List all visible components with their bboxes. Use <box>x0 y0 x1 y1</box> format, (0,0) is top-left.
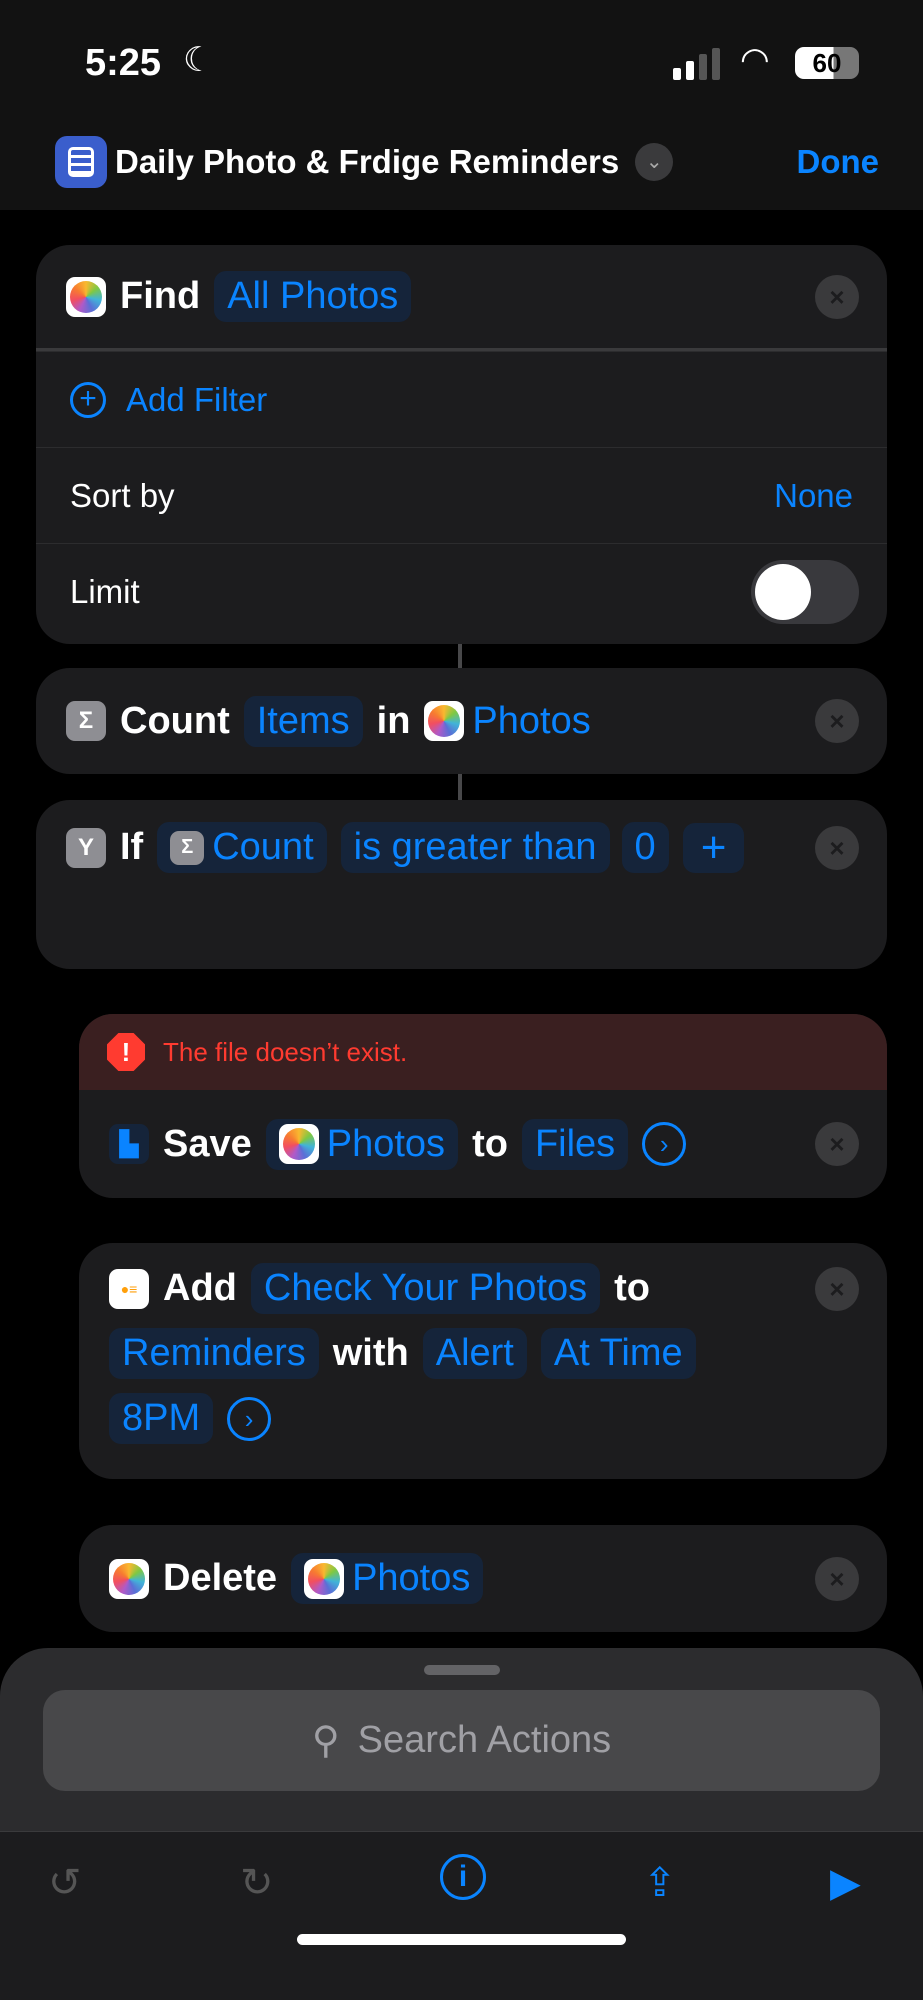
sort-by-label: Sort by <box>70 476 175 514</box>
remove-action-icon[interactable]: × <box>815 699 859 743</box>
expand-chevron-icon[interactable]: › <box>227 1396 272 1441</box>
if-action[interactable]: Y If Σ Count is greater than 0 + × <box>36 800 887 969</box>
count-source-token[interactable]: Photos <box>424 696 603 747</box>
undo-icon[interactable]: ↺ <box>48 1860 82 1906</box>
alert-type-token[interactable]: At Time <box>540 1328 696 1379</box>
action-verb: If <box>120 826 144 868</box>
error-octagon-icon: ! <box>107 1033 145 1071</box>
remove-action-icon[interactable]: × <box>815 274 859 319</box>
delete-photos-action[interactable]: Delete Photos × <box>79 1525 887 1632</box>
save-destination-token[interactable]: Files <box>521 1118 629 1170</box>
sheet-grabber[interactable] <box>424 1665 500 1675</box>
action-verb: Add <box>163 1267 237 1309</box>
action-verb: Save <box>163 1122 252 1165</box>
if-variable-token[interactable]: Σ Count <box>157 822 327 873</box>
count-what-token[interactable]: Items <box>243 695 363 747</box>
sigma-icon: Σ <box>66 701 106 741</box>
remove-action-icon[interactable]: × <box>815 1122 859 1166</box>
done-button[interactable]: Done <box>797 143 880 181</box>
remove-action-icon[interactable]: × <box>815 826 859 870</box>
photos-app-icon <box>424 701 465 741</box>
if-condition-token[interactable]: is greater than <box>340 822 610 873</box>
photos-app-icon <box>304 1558 345 1599</box>
in-label: in <box>376 699 411 742</box>
token-label: Photos <box>472 699 591 742</box>
token-label: Photos <box>326 1122 446 1165</box>
to-label: to <box>614 1267 650 1309</box>
plus-circle-icon: + <box>70 381 106 418</box>
branch-icon: Y <box>66 827 106 868</box>
reminder-title-token[interactable]: Check Your Photos <box>250 1263 601 1314</box>
add-condition-button[interactable]: + <box>682 822 745 873</box>
actions-sheet: ⚲ Search Actions <box>0 1648 923 2000</box>
delete-what-token[interactable]: Photos <box>291 1553 484 1604</box>
chevron-down-icon[interactable]: ⌄ <box>635 143 674 181</box>
share-icon[interactable]: ⇪ <box>643 1860 677 1906</box>
token-label: Photos <box>352 1557 471 1599</box>
photos-app-icon <box>109 1558 149 1599</box>
action-verb: Find <box>120 275 201 317</box>
remove-action-icon[interactable]: × <box>815 1556 859 1601</box>
battery-icon: 60 <box>795 47 859 79</box>
count-action[interactable]: Σ Count Items in Photos × <box>36 668 887 774</box>
nav-bar: Daily Photo & Frdige Reminders ⌄ Done <box>0 134 923 190</box>
alert-time-token[interactable]: 8PM <box>109 1393 214 1444</box>
photos-app-icon <box>278 1124 319 1164</box>
add-filter-label: Add Filter <box>126 380 268 418</box>
action-verb: Count <box>120 699 230 742</box>
home-indicator <box>297 1934 626 1945</box>
reminders-app-icon: ●≡ <box>109 1268 149 1309</box>
error-message: The file doesn’t exist. <box>163 1036 408 1067</box>
add-reminder-action[interactable]: ●≡ Add Check Your Photos to Reminders wi… <box>79 1243 887 1479</box>
connector-line <box>458 644 462 668</box>
save-what-token[interactable]: Photos <box>265 1118 459 1170</box>
connector-line <box>458 774 462 800</box>
sort-by-value[interactable]: None <box>774 477 853 515</box>
play-icon[interactable]: ▶ <box>830 1860 861 1906</box>
save-file-action[interactable]: ! The file doesn’t exist. ▙ Save Photos … <box>79 1014 887 1198</box>
search-placeholder: Search Actions <box>357 1719 612 1761</box>
add-filter-button[interactable]: + Add Filter <box>36 351 887 447</box>
sigma-icon: Σ <box>170 830 205 865</box>
shortcut-document-icon[interactable] <box>55 136 107 188</box>
remove-action-icon[interactable]: × <box>815 1267 859 1311</box>
alert-token[interactable]: Alert <box>422 1328 527 1379</box>
action-verb: Delete <box>163 1557 278 1599</box>
find-target-token[interactable]: All Photos <box>214 271 412 322</box>
photos-app-icon <box>66 276 106 317</box>
focus-moon-icon: ☾ <box>183 41 214 79</box>
to-label: to <box>472 1122 508 1165</box>
search-icon: ⚲ <box>311 1720 340 1762</box>
if-value-token[interactable]: 0 <box>621 822 669 873</box>
file-add-icon: ▙ <box>109 1124 149 1164</box>
signal-icon <box>673 48 720 80</box>
find-photos-action[interactable]: Find All Photos × + Add Filter Sort by Non… <box>36 245 887 644</box>
with-label: with <box>332 1332 409 1374</box>
redo-icon[interactable]: ↻ <box>240 1860 274 1906</box>
limit-label: Limit <box>70 572 140 610</box>
limit-toggle[interactable] <box>751 559 859 624</box>
wifi-icon: ◠ <box>740 41 770 79</box>
info-icon[interactable]: i <box>440 1854 486 1900</box>
status-time: 5:25 <box>85 42 162 84</box>
reminder-list-token[interactable]: Reminders <box>109 1328 319 1379</box>
shortcut-title[interactable]: Daily Photo & Frdige Reminders <box>115 143 619 181</box>
token-label: Count <box>212 826 314 868</box>
search-actions-field[interactable]: ⚲ Search Actions <box>43 1690 880 1791</box>
expand-chevron-icon[interactable]: › <box>642 1122 687 1166</box>
